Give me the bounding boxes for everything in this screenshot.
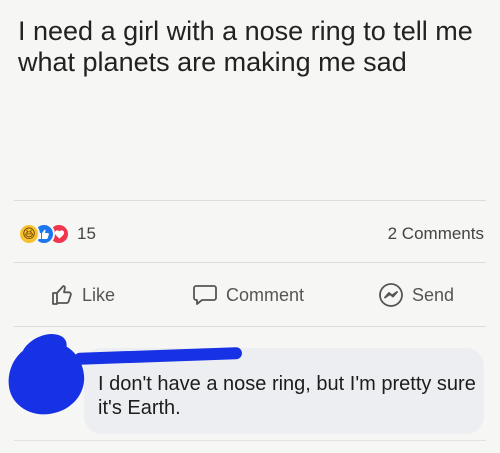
- like-label: Like: [82, 284, 116, 305]
- comments-count[interactable]: 2 Comments: [388, 222, 484, 246]
- comment-button[interactable]: Comment: [192, 281, 304, 309]
- divider: [14, 326, 486, 327]
- send-label: Send: [412, 284, 455, 305]
- reaction-count: 15: [77, 224, 96, 243]
- post-text: I need a girl with a nose ring to tell m…: [18, 16, 473, 77]
- thumbs-up-icon: [52, 285, 72, 305]
- comment-label: Comment: [226, 284, 305, 305]
- action-bar: Like Comment Send: [0, 281, 500, 309]
- divider: [14, 200, 486, 201]
- divider: [14, 262, 486, 263]
- send-button[interactable]: Send: [378, 281, 454, 309]
- comment-text: I don't have a nose ring, but I'm pretty…: [98, 373, 476, 419]
- reactions-summary[interactable]: 😆 15: [18, 222, 96, 246]
- haha-icon: 😆: [18, 223, 40, 245]
- messenger-icon: [379, 283, 403, 307]
- speech-bubble-icon: [193, 285, 217, 305]
- like-button[interactable]: Like: [50, 281, 115, 309]
- divider: [14, 440, 486, 441]
